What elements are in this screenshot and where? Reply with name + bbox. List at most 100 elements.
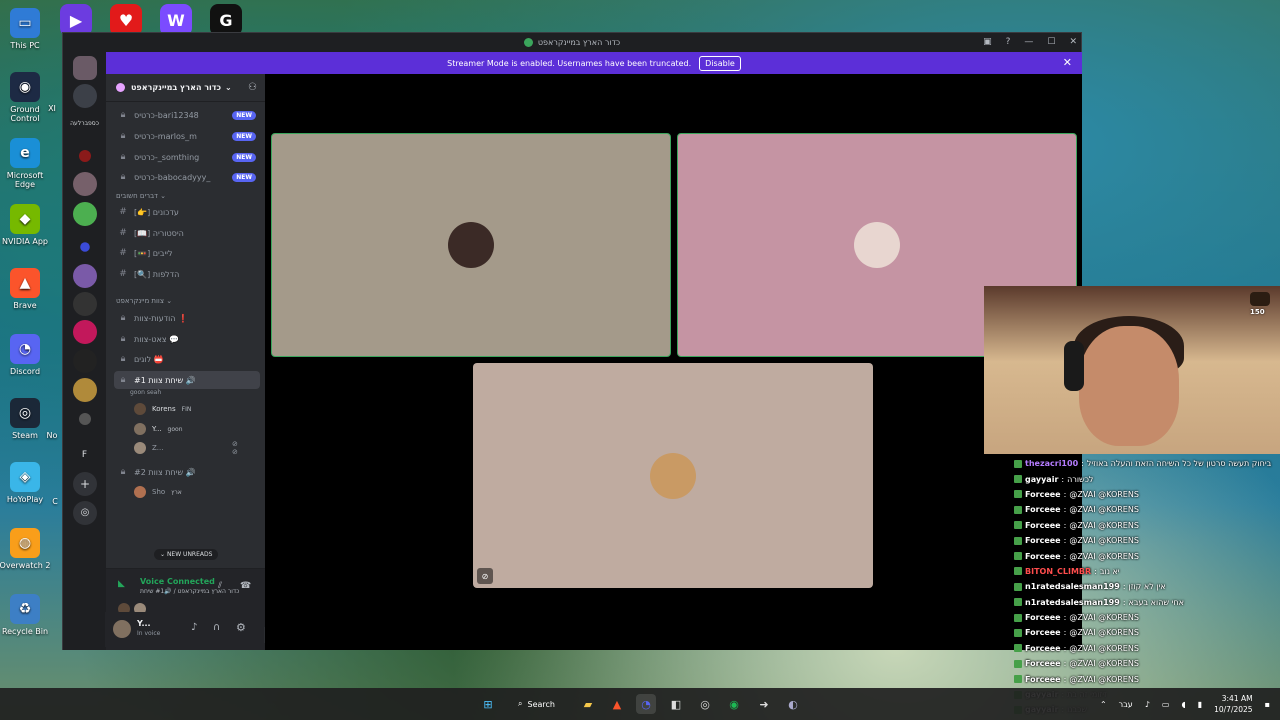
language-indicator[interactable]: עבר [1119, 700, 1133, 709]
category-header[interactable]: צוות מיינקראפט ⌄ [116, 297, 172, 305]
chevron-up-icon[interactable]: ⌃ [1100, 700, 1107, 709]
voice-channel-1[interactable]: 🔒︎ שיחת צוות #1 🔊 [114, 371, 260, 389]
guild-icon[interactable] [73, 84, 97, 108]
desktop-icon[interactable]: e Microsoft Edge [0, 138, 53, 189]
spotify-icon[interactable]: ◉ [724, 694, 744, 714]
chat-username: Forceee [1025, 489, 1061, 499]
guild-icon[interactable] [73, 349, 97, 373]
voice-user[interactable]: Z... ⊘ ⊘ [134, 440, 238, 456]
voice-user-status: ארץ [171, 488, 182, 496]
desktop-icon[interactable]: ▭ This PC [0, 8, 53, 50]
team-channel[interactable]: 🔒︎ צאט-צוות 💬 [114, 330, 260, 348]
guild-icon[interactable] [79, 150, 91, 162]
channel-locked[interactable]: 🔒︎ כרטיס-_somthing NEW [114, 148, 260, 166]
volume-icon[interactable]: ◖ [1181, 700, 1185, 709]
voice-user[interactable]: Sho ארץ [134, 484, 182, 500]
guild-icon[interactable] [73, 292, 97, 316]
guild-icon[interactable] [73, 172, 97, 196]
inbox-icon[interactable]: ▣ [983, 37, 992, 47]
close-button[interactable]: ✕ [1069, 37, 1077, 47]
guild-icon[interactable] [73, 378, 97, 402]
add-server-icon[interactable]: + [73, 472, 97, 496]
channel-locked[interactable]: 🔒︎ כרטיס-babocadyyy_ NEW [114, 168, 260, 186]
system-tray: ⌃ עבר ♪ ▭ ◖ ▮ 3:41 AM 10/7/2025 ▪ [1100, 688, 1270, 720]
voice-user[interactable]: Korens FIN [134, 401, 191, 417]
channel-locked[interactable]: 🔒︎ כרטיס-marlos_m NEW [114, 127, 260, 145]
guild-folder-f[interactable]: F [63, 450, 106, 460]
guild-icon[interactable] [73, 56, 97, 80]
explore-icon[interactable]: ◎ [73, 501, 97, 525]
streamer-mode-notice: Streamer Mode is enabled. Usernames have… [447, 58, 692, 68]
guild-icon[interactable] [79, 413, 91, 425]
text-channel[interactable]: # [🚥] לייבים [114, 244, 260, 262]
chat-username: Forceee [1025, 643, 1061, 653]
participant-avatar [650, 452, 696, 499]
app-icon[interactable]: ◧ [666, 694, 686, 714]
participant-tile[interactable]: ⊘ [473, 363, 873, 588]
brave-icon[interactable]: ▲ [607, 694, 627, 714]
desktop-icon[interactable]: ◍ Overwatch 2 [0, 528, 53, 570]
chat-badge-icon [1014, 582, 1022, 591]
desktop-icon[interactable]: ◔ Discord [0, 334, 53, 376]
headphones-icon[interactable]: ∩ [213, 622, 220, 633]
obs-icon[interactable]: ◎ [695, 694, 715, 714]
voice-connected-subtitle[interactable]: כדור הארץ במיינקראפט / 🔊#1 שיחת [140, 588, 239, 595]
guild-icon[interactable] [73, 320, 97, 344]
microphone-icon[interactable]: ♪ [1145, 700, 1150, 709]
new-badge: NEW [232, 110, 256, 120]
voice-channel-2[interactable]: 🔒︎ שיחת צוות #2 🔊 [114, 463, 260, 481]
text-channel[interactable]: # [🔍] הדלפות [114, 265, 260, 283]
desktop-icon-label: Recycle Bin [1, 627, 49, 636]
guild-label[interactable]: כספברלעה [63, 120, 106, 127]
maximize-button[interactable]: ☐ [1047, 37, 1055, 47]
noise-suppression-icon[interactable]: ⫽ [218, 581, 222, 591]
taskbar-search[interactable]: ⌕ Search [508, 694, 565, 714]
guild-icon[interactable] [73, 202, 97, 226]
chat-badge-icon [1014, 552, 1022, 561]
app-icon[interactable]: ➜ [754, 694, 774, 714]
channel-locked[interactable]: 🔒︎ כרטיס-bari12348 NEW [114, 106, 260, 124]
notification-icon[interactable]: ▪ [1265, 700, 1270, 709]
avatar[interactable] [113, 620, 131, 638]
steam-icon[interactable]: ◐ [783, 694, 803, 714]
help-icon[interactable]: ? [1006, 37, 1011, 47]
microphone-icon[interactable]: ♪ [191, 622, 197, 633]
battery-icon[interactable]: ▮ [1198, 700, 1202, 709]
network-icon[interactable]: ▭ [1162, 700, 1170, 709]
windows-start-icon[interactable]: ⊞ [478, 694, 498, 714]
channel-label: כרטיס-babocadyyy_ [134, 172, 211, 182]
voice-user[interactable]: Y... goon [134, 421, 183, 437]
chat-badge-icon [1014, 490, 1022, 499]
new-unreads-pill[interactable]: ⌄ NEW UNREADS [154, 549, 219, 560]
channel-label: לוגים 📛 [134, 354, 164, 364]
participant-tile[interactable] [271, 133, 671, 357]
discord-icon[interactable]: ◔ [636, 694, 656, 714]
clock[interactable]: 3:41 AM 10/7/2025 [1214, 693, 1252, 715]
minimize-button[interactable]: — [1024, 37, 1033, 47]
gear-icon[interactable]: ⚙ [236, 621, 246, 634]
add-member-icon[interactable]: ⚇ [248, 82, 257, 93]
desktop-icon[interactable]: ◆ NVIDIA App [0, 204, 53, 246]
chevron-down-icon: ⌄ [225, 83, 232, 92]
guild-icon[interactable] [73, 264, 97, 288]
disconnect-icon[interactable]: ☎ [240, 581, 251, 591]
close-icon[interactable]: ✕ [1063, 56, 1072, 69]
team-channel[interactable]: 🔒︎ לוגים 📛 [114, 350, 260, 368]
disable-streamer-mode-button[interactable]: Disable [699, 55, 741, 71]
voice-connected-title[interactable]: Voice Connected [140, 577, 215, 586]
category-header[interactable]: דברים חשובים ⌄ [116, 192, 166, 200]
desktop-icon[interactable]: ♻ Recycle Bin [0, 594, 53, 636]
file-explorer-icon[interactable]: ▰ [578, 694, 598, 714]
server-header[interactable]: כדור הארץ במיינקראפט ⌄ ⚇ [106, 74, 265, 102]
desktop-icon[interactable]: ▲ Brave [0, 268, 53, 310]
user-status: In voice [137, 630, 161, 637]
team-channel[interactable]: 🔒︎ הודעות-צוות ❗ [114, 309, 260, 327]
text-channel[interactable]: # [📖] היסטוריה [114, 224, 260, 242]
text-channel[interactable]: # [👉] עדכונים [114, 203, 260, 221]
desktop-icon[interactable]: ◉ Ground Control [0, 72, 53, 123]
desktop-icon-label: Overwatch 2 [0, 561, 51, 570]
user-name[interactable]: Y... [137, 619, 151, 628]
desktop-icon[interactable]: ◈ HoYoPlay [0, 462, 53, 504]
guild-icon[interactable] [80, 242, 90, 252]
chat-badge-icon [1014, 475, 1022, 484]
